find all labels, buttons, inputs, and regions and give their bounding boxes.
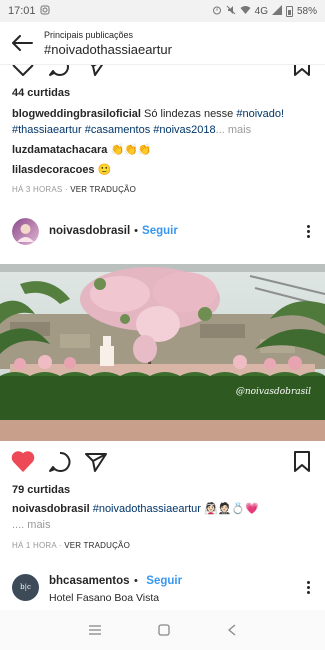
post1-more-link[interactable]: ... mais	[216, 124, 251, 136]
post2-hashtag[interactable]: #noivadothassiaeartur	[93, 503, 201, 515]
separator-dot: •	[134, 225, 139, 237]
mute-icon	[226, 5, 236, 18]
status-time: 17:01	[8, 5, 36, 17]
avatar-logo-text: b|c	[20, 583, 31, 591]
comment-user[interactable]: lilasdecoracoes	[12, 164, 95, 176]
header-subtitle: Principais publicações	[44, 29, 134, 40]
comment-user[interactable]: luzdamatachacara	[12, 144, 107, 156]
wifi-icon	[240, 5, 251, 18]
back-nav-icon[interactable]	[227, 624, 237, 636]
comment-text: 👏👏👏	[107, 144, 152, 156]
share-icon[interactable]	[84, 65, 108, 77]
post1-time: HÁ 3 HORAS	[12, 185, 63, 194]
battery-icon	[285, 5, 293, 17]
back-arrow-icon	[12, 35, 33, 51]
post1-hashtag[interactable]: #noivado!	[236, 108, 284, 120]
page-title: #noivadothassiaeartur	[44, 41, 172, 57]
signal-icon	[271, 4, 282, 18]
post2-caption-emoji: 👰🏻🤵🏻💍💗	[200, 503, 259, 515]
post2-likes[interactable]: 79 curtidas	[0, 484, 70, 496]
photo-watermark: @noivasdobrasil	[235, 387, 311, 397]
post3-follow-button[interactable]: Seguir	[146, 575, 182, 587]
notification-icon	[40, 5, 50, 18]
network-type: 4G	[254, 5, 268, 17]
comment-text: 🙂	[94, 164, 112, 176]
post3-location[interactable]: Hotel Fasano Boa Vista	[49, 592, 182, 604]
status-bar: 17:01 4G 58%	[0, 0, 325, 22]
feed[interactable]: 44 curtidas blogweddingbrasiloficial Só …	[0, 65, 325, 610]
post1-likes[interactable]: 44 curtidas	[0, 87, 70, 99]
post2-caption: noivasdobrasil #noivadothassiaeartur 👰🏻🤵…	[0, 501, 325, 533]
heart-icon[interactable]	[11, 65, 35, 77]
post2-username[interactable]: noivasdobrasil	[49, 225, 130, 237]
avatar[interactable]: b|c	[12, 573, 39, 601]
post1-caption: blogweddingbrasiloficial Só lindezas nes…	[0, 106, 325, 138]
post1-translate-link[interactable]: VER TRADUÇÃO	[70, 185, 136, 194]
alarm-icon	[212, 5, 222, 18]
post1-meta: HÁ 3 HORAS · VER TRADUÇÃO	[12, 185, 137, 194]
comment-icon[interactable]	[48, 65, 72, 77]
post2-header: noivasdobrasil • Seguir	[0, 216, 325, 246]
bookmark-icon[interactable]	[292, 65, 312, 77]
home-square-icon[interactable]	[157, 624, 170, 636]
more-icon[interactable]	[303, 224, 313, 238]
post2-action-row	[0, 451, 325, 475]
comment-icon[interactable]	[48, 451, 72, 473]
separator-dot: •	[133, 574, 138, 587]
post3-username[interactable]: bhcasamentos	[49, 575, 130, 587]
photo-image	[0, 264, 325, 441]
post2-meta: HÁ 1 HORA · VER TRADUÇÃO	[12, 541, 131, 550]
system-nav-bar	[0, 610, 325, 650]
post2-time: HÁ 1 HORA	[12, 541, 57, 550]
photo-floor	[0, 420, 325, 441]
post1-hashtags[interactable]: #thassiaeartur #casamentos #noivas2018	[12, 124, 216, 136]
post2-translate-link[interactable]: VER TRADUÇÃO	[64, 541, 130, 550]
post2-follow-button[interactable]: Seguir	[142, 225, 178, 237]
heart-icon[interactable]	[11, 451, 35, 473]
more-icon[interactable]	[303, 580, 313, 594]
post1-caption-text: Só lindezas nesse	[140, 108, 237, 120]
top-bar: Principais publicações #noivadothassiaea…	[0, 22, 325, 65]
back-button[interactable]	[0, 22, 44, 65]
menu-icon[interactable]	[88, 625, 101, 635]
avatar[interactable]	[12, 217, 39, 245]
post2-caption-user[interactable]: noivasdobrasil	[12, 503, 90, 515]
bookmark-icon[interactable]	[292, 451, 312, 473]
battery-level: 58%	[296, 5, 317, 17]
post1-comment1: luzdamatachacara 👏👏👏	[0, 142, 164, 158]
post2-more-link[interactable]: .... mais	[12, 519, 51, 531]
post1-caption-user[interactable]: blogweddingbrasiloficial	[12, 108, 141, 120]
post1-action-row	[0, 65, 325, 77]
post1-comment2: lilasdecoracoes 🙂	[0, 162, 123, 178]
share-icon[interactable]	[84, 451, 108, 473]
post3-header: b|c bhcasamentos • Seguir Hotel Fasano B…	[0, 571, 325, 604]
